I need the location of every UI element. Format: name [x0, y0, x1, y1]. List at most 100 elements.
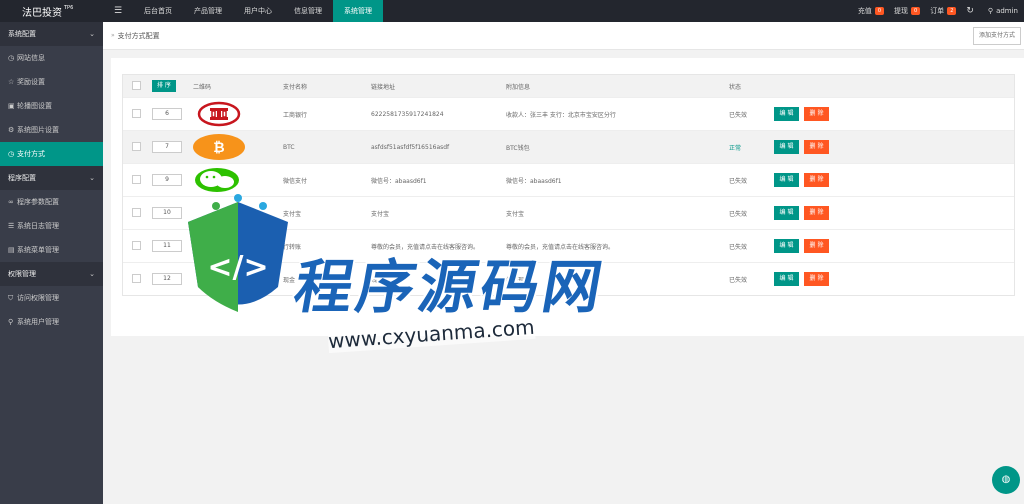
delete-button[interactable]: 删 除	[804, 239, 829, 253]
sidebar-group-program[interactable]: 程序配置 ⌄	[0, 166, 103, 190]
edit-button[interactable]: 编 辑	[774, 107, 799, 121]
user-menu[interactable]: ⚲ admin	[988, 7, 1018, 15]
chat-icon: ◍	[1001, 474, 1011, 485]
sidebar-item-reward[interactable]: ☆ 奖励设置	[0, 70, 103, 94]
sidebar-item-label: 系统用户管理	[17, 318, 59, 326]
sort-input[interactable]: 10	[152, 207, 182, 219]
sidebar-item-label: 系统日志管理	[17, 222, 59, 230]
delete-button[interactable]: 删 除	[804, 140, 829, 154]
sidebar-item-logs[interactable]: ☰ 系统日志管理	[0, 214, 103, 238]
table-row: 11 行转账 尊敬的会员，充值请点击在线客服咨询。 尊敬的会员，充值请点击在线客…	[123, 229, 1014, 262]
chevron-down-icon: ⌄	[89, 174, 95, 182]
menu-toggle-icon[interactable]: ☰	[103, 6, 133, 16]
edit-button[interactable]: 编 辑	[774, 173, 799, 187]
header-name: 支付名称	[283, 83, 308, 91]
sort-input[interactable]: 7	[152, 141, 182, 153]
bitcoin-icon: ₿	[193, 134, 245, 160]
top-right-actions: 充值 0 提现 0 订单 2 ↻ ⚲ admin	[848, 0, 1024, 22]
withdraw-label: 提现	[894, 7, 908, 15]
status-badge: 已失效	[729, 111, 748, 119]
sort-input[interactable]: 11	[152, 240, 182, 252]
table-row: 6 工商银行 6222581735917241824 收款人：张三丰 支行：北京…	[123, 97, 1014, 130]
recharge-link[interactable]: 充值 0	[858, 6, 884, 16]
breadcrumb: » 支付方式配置 添加支付方式	[103, 22, 1024, 50]
top-nav: 后台首页 产品管理 用户中心 信息管理 系统管理	[133, 0, 383, 22]
select-all-checkbox[interactable]	[132, 81, 141, 90]
sidebar-item-access[interactable]: ⛉ 访问权限管理	[0, 286, 103, 310]
sidebar: 系统配置 ⌄ ◷ 网站信息 ☆ 奖励设置 ▣ 轮播图设置 ⚙ 系统图片设置 ◷ …	[0, 22, 103, 504]
sidebar-item-sysusers[interactable]: ⚲ 系统用户管理	[0, 310, 103, 334]
image-icon: ▣	[8, 102, 15, 110]
sidebar-group-label: 程序配置	[8, 174, 36, 182]
status-badge: 正常	[729, 144, 742, 152]
topnav-system[interactable]: 系统管理	[333, 0, 383, 22]
row-checkbox[interactable]	[132, 241, 141, 250]
row-checkbox[interactable]	[132, 109, 141, 118]
status-badge: 已失效	[729, 276, 748, 284]
payment-name: BTC	[283, 143, 295, 151]
user-icon: ⚲	[987, 7, 994, 15]
sidebar-item-site-info[interactable]: ◷ 网站信息	[0, 46, 103, 70]
edit-button[interactable]: 编 辑	[774, 272, 799, 286]
order-link[interactable]: 订单 2	[930, 6, 957, 16]
header-link: 链接地址	[371, 83, 396, 91]
menu-icon: ▤	[8, 246, 15, 254]
sidebar-group-permission[interactable]: 权限管理 ⌄	[0, 262, 103, 286]
app-logo[interactable]: 法巴投资 TP6	[0, 0, 103, 22]
row-checkbox[interactable]	[132, 175, 141, 184]
topnav-products[interactable]: 产品管理	[183, 0, 233, 22]
row-checkbox[interactable]	[132, 208, 141, 217]
sidebar-item-menus[interactable]: ▤ 系统菜单管理	[0, 238, 103, 262]
page-title: 支付方式配置	[117, 31, 160, 40]
header-extra: 附加信息	[506, 83, 531, 91]
sidebar-item-carousel[interactable]: ▣ 轮播图设置	[0, 94, 103, 118]
sidebar-item-params[interactable]: ∞ 程序参数配置	[0, 190, 103, 214]
sidebar-item-payment[interactable]: ◷ 支付方式	[0, 142, 103, 166]
payment-extra: BTC钱包	[506, 144, 530, 152]
sort-input[interactable]: 12	[152, 273, 182, 285]
withdraw-link[interactable]: 提现 0	[894, 6, 921, 16]
wechat-icon	[195, 168, 239, 192]
topnav-home[interactable]: 后台首页	[133, 0, 183, 22]
chevron-down-icon: ⌄	[89, 270, 95, 278]
order-badge: 2	[947, 7, 957, 15]
payment-name: 工商银行	[283, 111, 308, 119]
edit-button[interactable]: 编 辑	[774, 239, 799, 253]
row-checkbox[interactable]	[132, 142, 141, 151]
content-panel: 排 序 二维码 支付名称 链接地址 附加信息 状态 6 工商银行 6222581…	[111, 58, 1024, 336]
payment-link: asfdsf51asfdf5f16516asdf	[371, 143, 450, 151]
edit-button[interactable]: 编 辑	[774, 140, 799, 154]
star-icon: ☆	[8, 78, 15, 86]
delete-button[interactable]: 删 除	[804, 173, 829, 187]
edit-button[interactable]: 编 辑	[774, 206, 799, 220]
status-badge: 已失效	[729, 210, 748, 218]
clock-icon: ◷	[8, 54, 15, 62]
refresh-icon[interactable]: ↻	[966, 6, 974, 16]
link-icon: ∞	[8, 198, 14, 206]
app-version: TP6	[64, 5, 74, 11]
payment-table: 排 序 二维码 支付名称 链接地址 附加信息 状态 6 工商银行 6222581…	[122, 74, 1015, 296]
sort-input[interactable]: 6	[152, 108, 182, 120]
add-payment-button[interactable]: 添加支付方式	[972, 27, 1021, 45]
delete-button[interactable]: 删 除	[804, 272, 829, 286]
table-row: 9 微信支付 微信号：abaasd6f1 微信号：abaasd6f1 已失效 编…	[123, 163, 1014, 196]
sort-button[interactable]: 排 序	[152, 80, 176, 92]
user-icon: ⚲	[8, 318, 14, 326]
chat-button[interactable]: ◍	[992, 466, 1020, 494]
topnav-info[interactable]: 信息管理	[283, 0, 333, 22]
payment-extra: 尊敬的会员，充值请点击在线客服咨询。	[506, 243, 615, 251]
topnav-users[interactable]: 用户中心	[233, 0, 283, 22]
payment-link: 6222581735917241824	[371, 110, 444, 118]
delete-button[interactable]: 删 除	[804, 206, 829, 220]
sort-input[interactable]: 9	[152, 174, 182, 186]
delete-button[interactable]: 删 除	[804, 107, 829, 121]
row-checkbox[interactable]	[132, 274, 141, 283]
sidebar-item-system-images[interactable]: ⚙ 系统图片设置	[0, 118, 103, 142]
header-qr: 二维码	[193, 83, 212, 91]
recharge-badge: 0	[874, 7, 884, 15]
payment-link: 线下取款	[371, 276, 396, 284]
sidebar-group-system[interactable]: 系统配置 ⌄	[0, 22, 103, 46]
sidebar-item-label: 网站信息	[17, 54, 45, 62]
sidebar-item-label: 轮播图设置	[17, 102, 52, 110]
payment-extra: 支付宝	[506, 210, 525, 218]
